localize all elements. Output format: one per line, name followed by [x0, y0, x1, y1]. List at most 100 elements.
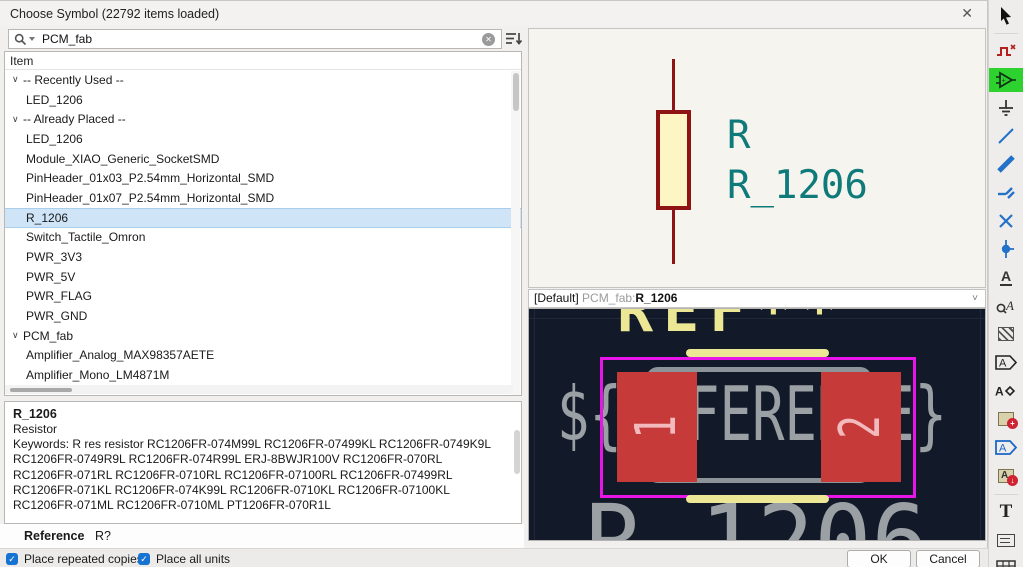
cancel-button[interactable]: Cancel [916, 550, 980, 567]
tree-group-row[interactable]: ∨ -- Already Placed -- [5, 109, 521, 129]
tree-item-row[interactable]: ∨LED_1206 [5, 90, 521, 110]
silkscreen-line-top [686, 349, 829, 357]
checkbox-checked-icon [138, 553, 150, 565]
chevron-down-icon[interactable]: ∨ [12, 74, 23, 85]
footprint-preview: ${REFERENCE} R_1206 REF** 1 2 [528, 308, 986, 541]
pad-number: 1 [624, 415, 689, 439]
global-label-tool-icon[interactable]: A [992, 351, 1021, 375]
svg-text:+: + [1002, 77, 1006, 84]
text-box-tool-icon[interactable] [992, 528, 1021, 552]
tree-item-row[interactable]: ∨PinHeader_01x03_P2.54mm_Horizontal_SMD [5, 168, 521, 188]
symbol-pin-bottom [672, 209, 675, 264]
symbol-tree: Item ∨-- Recently Used --∨LED_1206∨-- Al… [4, 51, 522, 396]
place-power-port-tool-icon[interactable] [992, 96, 1021, 120]
tree-item-label: PWR_5V [26, 269, 76, 284]
pad-number: 2 [828, 415, 893, 439]
unit-selector-dropdown[interactable]: [Default] PCM_fab:R_1206 ˅ [528, 289, 986, 308]
dialog-title: Choose Symbol (22792 items loaded) [10, 7, 220, 21]
chevron-down-icon: ˅ [972, 293, 978, 304]
grid-line [980, 309, 981, 540]
checkbox-label: Place repeated copies [24, 552, 143, 566]
bus-entry-tool-icon[interactable] [992, 181, 1021, 205]
net-class-directive-tool-icon[interactable]: A [992, 294, 1021, 318]
checkbox-checked-icon [6, 553, 18, 565]
tree-item-label: Module_XIAO_Generic_SocketSMD [26, 151, 220, 166]
tree-item-label: LED_1206 [26, 92, 83, 107]
symbol-reference-text: R [727, 113, 751, 158]
tree-item-label: PinHeader_01x03_P2.54mm_Horizontal_SMD [26, 171, 275, 186]
tree-item-row[interactable]: ∨R_1206 [5, 207, 521, 228]
tree-item-label: Amplifier_Mono_LM4871M [26, 368, 170, 383]
reference-row: Reference R? [0, 524, 524, 548]
tree-item-row[interactable]: ∨Switch_Tactile_Omron [5, 228, 521, 248]
symbol-pin-top [672, 59, 675, 110]
directive-label-tool-icon[interactable] [992, 322, 1021, 346]
place-symbol-tool-icon[interactable]: + [988, 67, 1023, 92]
tree-vertical-scrollbar[interactable] [511, 71, 520, 395]
svg-text:A: A [999, 358, 1007, 370]
tree-item-label: -- Already Placed -- [23, 112, 126, 127]
tree-item-label: PCM_fab [23, 328, 74, 343]
toolbar-separator [994, 494, 1018, 496]
detail-symbol-description: Resistor [13, 422, 58, 436]
svg-text:A: A [995, 384, 1004, 398]
hierarchical-label-tool-icon[interactable]: A [992, 379, 1021, 403]
tree-item-label: R_1206 [26, 210, 69, 225]
detail-symbol-name: R_1206 [13, 407, 57, 421]
reference-label: Reference [24, 529, 85, 543]
search-options-caret-icon[interactable] [29, 37, 35, 41]
place-repeated-copies-checkbox[interactable]: Place repeated copies [6, 552, 143, 566]
search-value: PCM_fab [42, 32, 93, 46]
dialog-titlebar: Choose Symbol (22792 items loaded) ✕ [0, 1, 987, 26]
grid-line [534, 309, 535, 540]
silkscreen-reference-text: REF** [617, 308, 848, 346]
dialog-bottom-bar: Place repeated copies Place all units OK… [0, 548, 988, 567]
toolbar-separator [994, 33, 1018, 35]
tree-item-label: Switch_Tactile_Omron [26, 230, 146, 245]
tree-item-row[interactable]: ∨PWR_FLAG [5, 287, 521, 307]
reference-value: R? [95, 529, 111, 543]
chevron-down-icon[interactable]: ∨ [12, 114, 23, 125]
tree-item-label: Amplifier_Analog_MAX98357AETE [26, 348, 215, 363]
search-icon [14, 33, 35, 46]
highlight-net-tool-icon[interactable] [992, 39, 1021, 63]
tree-item-row[interactable]: ∨Amplifier_Mono_LM4871M [5, 365, 521, 385]
wire-tool-icon[interactable] [992, 124, 1021, 148]
unit-default-tag: [Default] [534, 291, 583, 305]
cursor-tool-icon[interactable] [992, 3, 1021, 27]
expand-collapse-icon[interactable] [505, 30, 523, 48]
details-scrollbar[interactable] [514, 430, 520, 474]
chevron-down-icon[interactable]: ∨ [12, 330, 23, 341]
table-tool-icon[interactable] [992, 557, 1021, 567]
place-all-units-checkbox[interactable]: Place all units [138, 552, 230, 566]
tree-item-row[interactable]: ∨PinHeader_01x07_P2.54mm_Horizontal_SMD [5, 188, 521, 208]
import-sheet-pin-tool-icon[interactable]: A ↓ [992, 464, 1021, 488]
bus-tool-icon[interactable] [992, 152, 1021, 176]
tree-item-row[interactable]: ∨LED_1206 [5, 129, 521, 149]
net-label-tool-icon[interactable]: A [992, 266, 1021, 290]
sheet-pin-tool-icon[interactable]: A [992, 435, 1021, 459]
close-icon[interactable]: ✕ [961, 5, 973, 22]
tree-group-row[interactable]: ∨ -- Recently Used -- [5, 70, 521, 90]
svg-text:A: A [999, 442, 1007, 454]
tree-horizontal-scrollbar[interactable] [5, 385, 513, 394]
symbol-preview: R R_1206 [528, 28, 986, 288]
tree-group-row[interactable]: ∨ PCM_fab [5, 326, 521, 346]
tree-item-row[interactable]: ∨Amplifier_Analog_MAX98357AETE [5, 346, 521, 366]
tree-item-row[interactable]: ∨Module_XIAO_Generic_SocketSMD [5, 149, 521, 169]
unit-library-name: PCM_fab: [582, 291, 636, 305]
kicad-window: Choose Symbol (22792 items loaded) ✕ PCM… [0, 0, 1023, 567]
tree-item-row[interactable]: ∨PWR_3V3 [5, 247, 521, 267]
tree-item-row[interactable]: ∨PWR_5V [5, 267, 521, 287]
add-sheet-tool-icon[interactable]: + [992, 407, 1021, 431]
no-connect-tool-icon[interactable] [992, 209, 1021, 233]
symbol-details-panel: R_1206 Resistor Keywords: R res resistor… [4, 401, 522, 524]
tree-item-row[interactable]: ∨PWR_GND [5, 306, 521, 326]
ok-button[interactable]: OK [847, 550, 911, 567]
tree-item-label: PWR_3V3 [26, 250, 83, 265]
junction-tool-icon[interactable] [992, 237, 1021, 261]
search-input[interactable]: PCM_fab [8, 29, 502, 49]
text-tool-icon[interactable]: T [992, 500, 1021, 524]
clear-search-icon[interactable] [482, 33, 495, 46]
unit-symbol-name: R_1206 [635, 291, 678, 305]
